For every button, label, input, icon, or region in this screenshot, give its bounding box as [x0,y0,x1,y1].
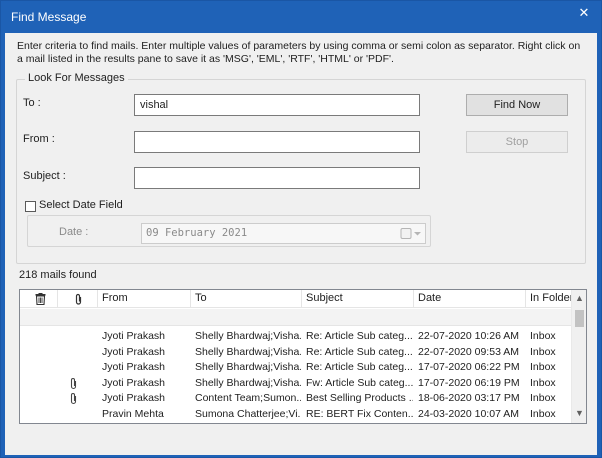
stop-button[interactable]: Stop [466,131,568,153]
date-cell: 17-07-2020 06:22 PM [418,361,520,373]
date-cell: 17-07-2020 06:19 PM [418,376,520,389]
table-row[interactable]: Jyoti Prakash Shelly Bhardwaj;Visha... Fw:… [20,376,572,392]
to-field[interactable]: vishal [134,94,420,116]
select-date-checkbox[interactable] [25,201,36,212]
subject-column-header[interactable]: Subject [302,290,414,308]
date-label: Date : [59,226,89,238]
date-cell: 24-03-2020 10:07 AM [418,407,519,420]
folder-cell: Inbox [530,345,556,358]
date-cell: 22-07-2020 09:53 AM [418,345,519,358]
scroll-down-icon[interactable]: ▼ [572,407,586,419]
date-cell: 22-07-2020 10:26 AM [418,330,519,342]
find-message-window: Find Message ✕ Enter criteria to find ma… [0,0,602,458]
subject-cell: Re: Article Sub categ... [306,345,413,358]
to-cell: Shelly Bhardwaj;Visha... [195,361,301,373]
table-row[interactable]: Jyoti Prakash Content Team;Sumon... Best S… [20,391,572,407]
table-row[interactable]: Pravin Mehta Sumona Chatterjee;Vi... RE: B… [20,407,572,423]
select-date-label: Select Date Field [39,199,123,211]
subject-cell: RE: BERT Fix Conten... [306,407,413,420]
grid-header: From To Subject Date In Folder [20,290,573,308]
title-bar[interactable]: Find Message ✕ [1,1,601,33]
results-count: 218 mails found [19,269,97,281]
folder-cell: Inbox [530,392,556,404]
scroll-up-icon[interactable]: ▲ [572,292,586,304]
subject-cell: Re: Article Sub categ... [306,330,413,342]
subject-label: Subject : [23,170,66,182]
folder-column-header[interactable]: In Folder [526,290,576,308]
from-column-header[interactable]: From [98,290,191,308]
subject-cell: Best Selling Products ... [306,392,413,404]
from-label: From : [23,133,55,145]
group-label: Look For Messages [25,72,128,84]
from-field[interactable] [134,131,420,153]
instructions-text: Enter criteria to find mails. Enter mult… [17,40,581,65]
table-row[interactable]: Jyoti Prakash Shelly Bhardwaj;Visha... Re:… [20,360,572,376]
table-row[interactable]: Jyoti Prakash Shelly Bhardwaj;Visha... Re:… [20,329,572,345]
date-cell: 18-06-2020 03:17 PM [418,392,520,404]
status-bar [5,429,597,455]
date-value: 09 February 2021 [146,227,248,239]
to-cell: Content Team;Sumon... [195,392,301,404]
from-cell: Jyoti Prakash [102,376,166,389]
to-cell: Shelly Bhardwaj;Visha... [195,345,301,358]
date-column-header[interactable]: Date [414,290,526,308]
to-cell: Shelly Bhardwaj;Visha... [195,330,301,342]
from-cell: Jyoti Prakash [102,392,166,404]
date-picker[interactable]: 09 February 2021 [141,223,426,244]
find-now-button[interactable]: Find Now [466,94,568,116]
subject-cell: Re: Article Sub categ... [306,361,413,373]
to-cell: Sumona Chatterjee;Vi... [195,407,301,420]
from-cell: Jyoti Prakash [102,345,166,358]
from-cell: Jyoti Prakash [102,361,166,373]
attachment-column-header[interactable] [58,290,98,308]
paperclip-icon [70,377,77,392]
folder-cell: Inbox [530,361,556,373]
table-row[interactable]: Jyoti Prakash Shelly Bhardwaj;Visha... Re:… [20,345,572,361]
to-label: To : [23,97,41,109]
results-rows: Jyoti Prakash Shelly Bhardwaj;Visha... Re:… [20,329,572,422]
scroll-thumb[interactable] [575,310,584,327]
window-title: Find Message [11,10,87,24]
to-cell: Shelly Bhardwaj;Visha... [195,376,301,389]
results-grid: From To Subject Date In Folder Jyoti Pra… [19,289,587,424]
trash-icon [35,293,46,305]
vertical-scrollbar[interactable]: ▲ ▼ [571,290,586,423]
subject-field[interactable] [134,167,420,189]
filter-row[interactable] [20,309,572,326]
from-cell: Jyoti Prakash [102,330,166,342]
folder-cell: Inbox [530,407,556,420]
dialog-body: Enter criteria to find mails. Enter mult… [5,33,597,455]
close-icon[interactable]: ✕ [573,4,595,22]
calendar-dropdown-icon[interactable] [400,227,422,240]
subject-cell: Fw: Article Sub categ... [306,376,413,389]
paperclip-icon [70,392,77,407]
paperclip-icon [75,293,82,305]
delete-column-header[interactable] [20,290,58,308]
folder-cell: Inbox [530,330,556,342]
folder-cell: Inbox [530,376,556,389]
from-cell: Pravin Mehta [102,407,164,420]
to-column-header[interactable]: To [191,290,302,308]
